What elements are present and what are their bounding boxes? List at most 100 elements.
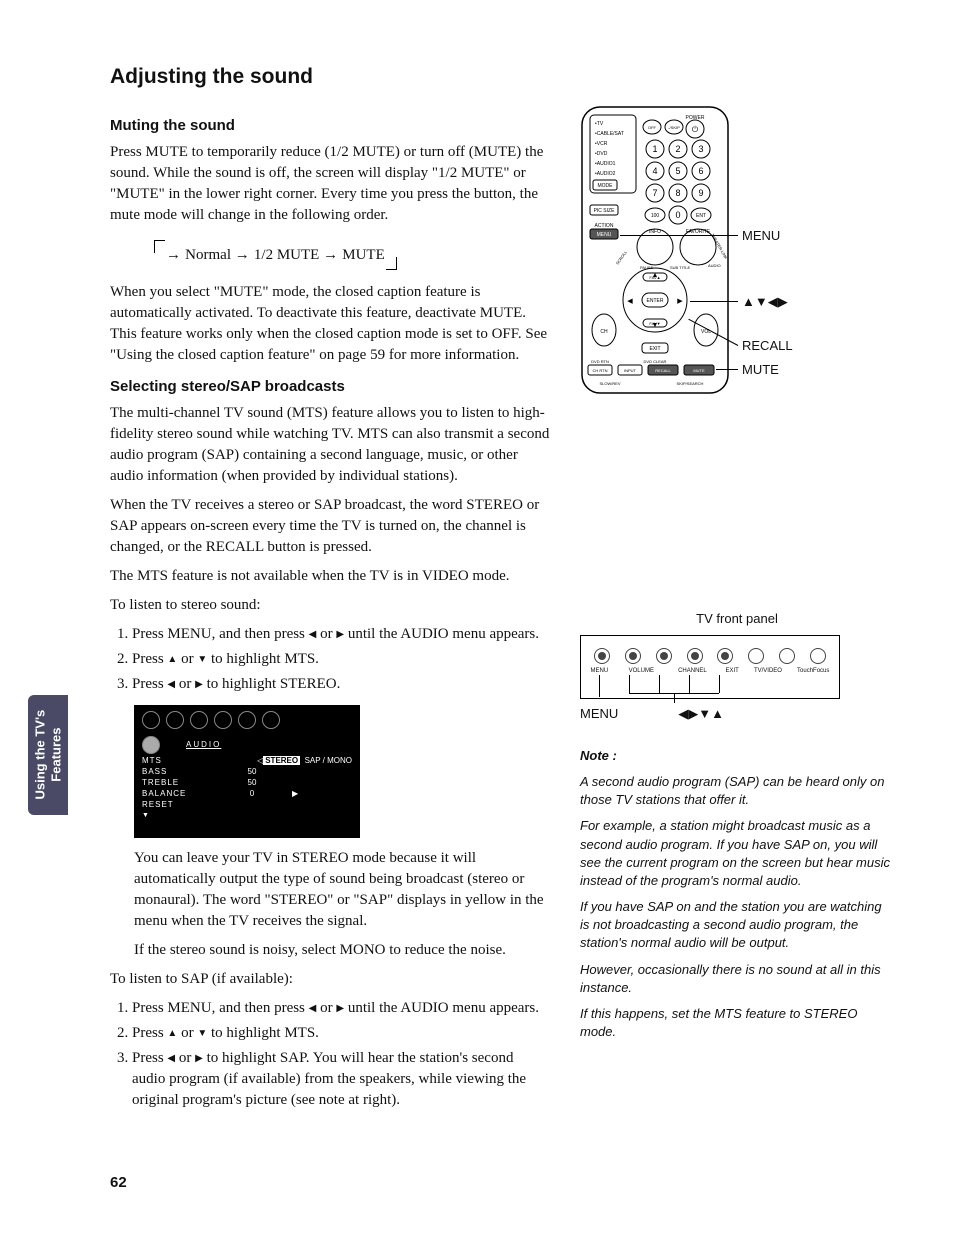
svg-text:8: 8	[675, 188, 680, 198]
fp-label: TV/VIDEO	[754, 667, 782, 675]
svg-text:◀: ◀	[627, 298, 633, 305]
svg-text:ACTION: ACTION	[595, 223, 614, 229]
right-arrow-icon: ▶	[195, 1053, 203, 1064]
remote-illustration: POWER ⏻ •TV •CABLE/SAT •VCR •DVD •AUDIO1…	[580, 105, 730, 395]
down-arrow-icon: ▼	[197, 654, 207, 665]
sap-step-2: Press ▲ or ▼ to highlight MTS.	[132, 1023, 550, 1044]
sap-step-1: Press MENU, and then press ◀ or ▶ until …	[132, 998, 550, 1019]
after-osd-2: If the stereo sound is noisy, select MON…	[134, 940, 550, 961]
svg-text:-/SKIP: -/SKIP	[668, 125, 680, 130]
svg-text:CH RTN: CH RTN	[592, 368, 607, 373]
svg-text:AUDIO: AUDIO	[708, 263, 721, 268]
svg-text:SKIP/SEARCH: SKIP/SEARCH	[677, 381, 704, 386]
sap-paragraph-1: The multi-channel TV sound (MTS) feature…	[110, 403, 550, 487]
svg-text:MODE: MODE	[598, 183, 614, 189]
osd-tab-icon	[238, 711, 256, 729]
svg-text:•VCR: •VCR	[595, 141, 608, 147]
main-column: Muting the sound Press MUTE to temporari…	[110, 105, 550, 1121]
svg-text:SUB TITLE: SUB TITLE	[670, 265, 690, 270]
fp-button-menu	[594, 648, 610, 664]
note-p3: If you have SAP on and the station you a…	[580, 898, 894, 953]
fp-button-ch-down	[687, 648, 703, 664]
fp-bottom-menu: MENU	[580, 705, 618, 723]
stereo-step-2: Press ▲ or ▼ to highlight MTS.	[132, 649, 550, 670]
mute-cycle-half: 1/2 MUTE	[254, 247, 319, 263]
callout-menu: MENU	[742, 227, 780, 245]
osd-row-label: TREBLE	[142, 777, 212, 788]
down-arrow-icon: ▼	[197, 1028, 207, 1039]
remote-figure: POWER ⏻ •TV •CABLE/SAT •VCR •DVD •AUDIO1…	[580, 105, 894, 385]
svg-text:ENT: ENT	[696, 213, 706, 219]
fp-label: MENU	[591, 667, 609, 675]
callout-mute: MUTE	[742, 361, 779, 379]
note-heading: Note :	[580, 747, 894, 765]
svg-text:2: 2	[675, 144, 680, 154]
osd-tab-icon	[190, 711, 208, 729]
svg-text:SLOW/REV: SLOW/REV	[599, 381, 620, 386]
svg-text:1: 1	[652, 144, 657, 154]
svg-text:▶: ▶	[677, 298, 683, 305]
section-tab: Using the TV's Features	[28, 695, 68, 815]
osd-tab-icon	[214, 711, 232, 729]
svg-text:FAV▼: FAV▼	[649, 321, 660, 326]
svg-text:3: 3	[698, 144, 703, 154]
up-arrow-icon: ▲	[167, 1028, 177, 1039]
mute-cycle-diagram: → Normal → 1/2 MUTE → MUTE	[158, 242, 393, 268]
subhead-sap: Selecting stereo/SAP broadcasts	[110, 376, 550, 397]
stereo-steps: Press MENU, and then press ◀ or ▶ until …	[110, 624, 550, 695]
fp-button-tvvideo	[779, 648, 795, 664]
osd-row-label: BALANCE	[142, 788, 212, 799]
svg-text:CH: CH	[600, 329, 608, 335]
svg-text:PIC SIZE: PIC SIZE	[594, 208, 616, 214]
svg-text:•CABLE/SAT: •CABLE/SAT	[595, 131, 624, 137]
svg-text:0: 0	[675, 210, 680, 220]
callout-recall: RECALL	[742, 337, 793, 355]
svg-text:•AUDIO2: •AUDIO2	[595, 171, 616, 177]
front-panel-figure: TV front panel MENU VOLUME	[580, 610, 894, 722]
svg-text:4: 4	[652, 166, 657, 176]
sap-paragraph-3: The MTS feature is not available when th…	[110, 566, 550, 587]
osd-tab-icon	[262, 711, 280, 729]
mute-cycle-mute: MUTE	[342, 247, 385, 263]
callout-arrows: ▲▼◀▶	[742, 293, 788, 311]
after-osd-1: You can leave your TV in STEREO mode bec…	[134, 848, 550, 932]
svg-text:EXIT: EXIT	[649, 346, 660, 352]
osd-mts-options: ◁STEREO SAP / MONO	[257, 755, 352, 766]
left-arrow-icon: ◀	[167, 1053, 175, 1064]
section-tab-line2: Features	[48, 728, 63, 782]
stereo-step-1: Press MENU, and then press ◀ or ▶ until …	[132, 624, 550, 645]
svg-text:MUTE: MUTE	[693, 368, 705, 373]
note-block: Note : A second audio program (SAP) can …	[580, 747, 894, 1042]
page-title: Adjusting the sound	[110, 62, 894, 91]
page-number: 62	[110, 1172, 127, 1193]
page: Using the TV's Features Adjusting the so…	[0, 0, 954, 1235]
right-arrow-icon: ▶	[336, 629, 344, 640]
svg-text:OFF: OFF	[648, 125, 657, 130]
osd-title: AUDIO	[186, 739, 221, 750]
osd-row-label: BASS	[142, 766, 212, 777]
svg-text:7: 7	[652, 188, 657, 198]
svg-text:DVD RTN: DVD RTN	[591, 359, 609, 364]
osd-row-value: 50	[227, 777, 277, 788]
fp-label: CHANNEL	[674, 667, 710, 675]
right-arrow-icon: ▶	[336, 1003, 344, 1014]
fp-label: VOLUME	[623, 667, 659, 675]
mute-paragraph-1: Press MUTE to temporarily reduce (1/2 MU…	[110, 142, 550, 226]
mute-cycle-normal: Normal	[185, 247, 231, 263]
subhead-muting: Muting the sound	[110, 115, 550, 136]
front-panel-box: MENU VOLUME CHANNEL EXIT TV/VIDEO TouchF…	[580, 635, 840, 699]
note-p4: However, occasionally there is no sound …	[580, 961, 894, 997]
sap-step-3: Press ◀ or ▶ to highlight SAP. You will …	[132, 1048, 550, 1111]
svg-text:•TV: •TV	[595, 121, 604, 127]
fp-bottom-arrows: ◀▶▼▲	[678, 705, 724, 723]
svg-text:MENU: MENU	[597, 232, 612, 238]
svg-text:5: 5	[675, 166, 680, 176]
up-arrow-icon: ▲	[167, 654, 177, 665]
fp-button-ch-up	[717, 648, 733, 664]
svg-text:RECALL: RECALL	[655, 368, 671, 373]
svg-text:FAV▲: FAV▲	[649, 275, 660, 280]
osd-screenshot: AUDIO MTS ◁STEREO SAP / MONO BASS50 TREB…	[134, 705, 360, 838]
svg-text:⏻: ⏻	[692, 125, 699, 134]
osd-row-label: RESET	[142, 799, 212, 810]
left-arrow-icon: ◀	[167, 679, 175, 690]
